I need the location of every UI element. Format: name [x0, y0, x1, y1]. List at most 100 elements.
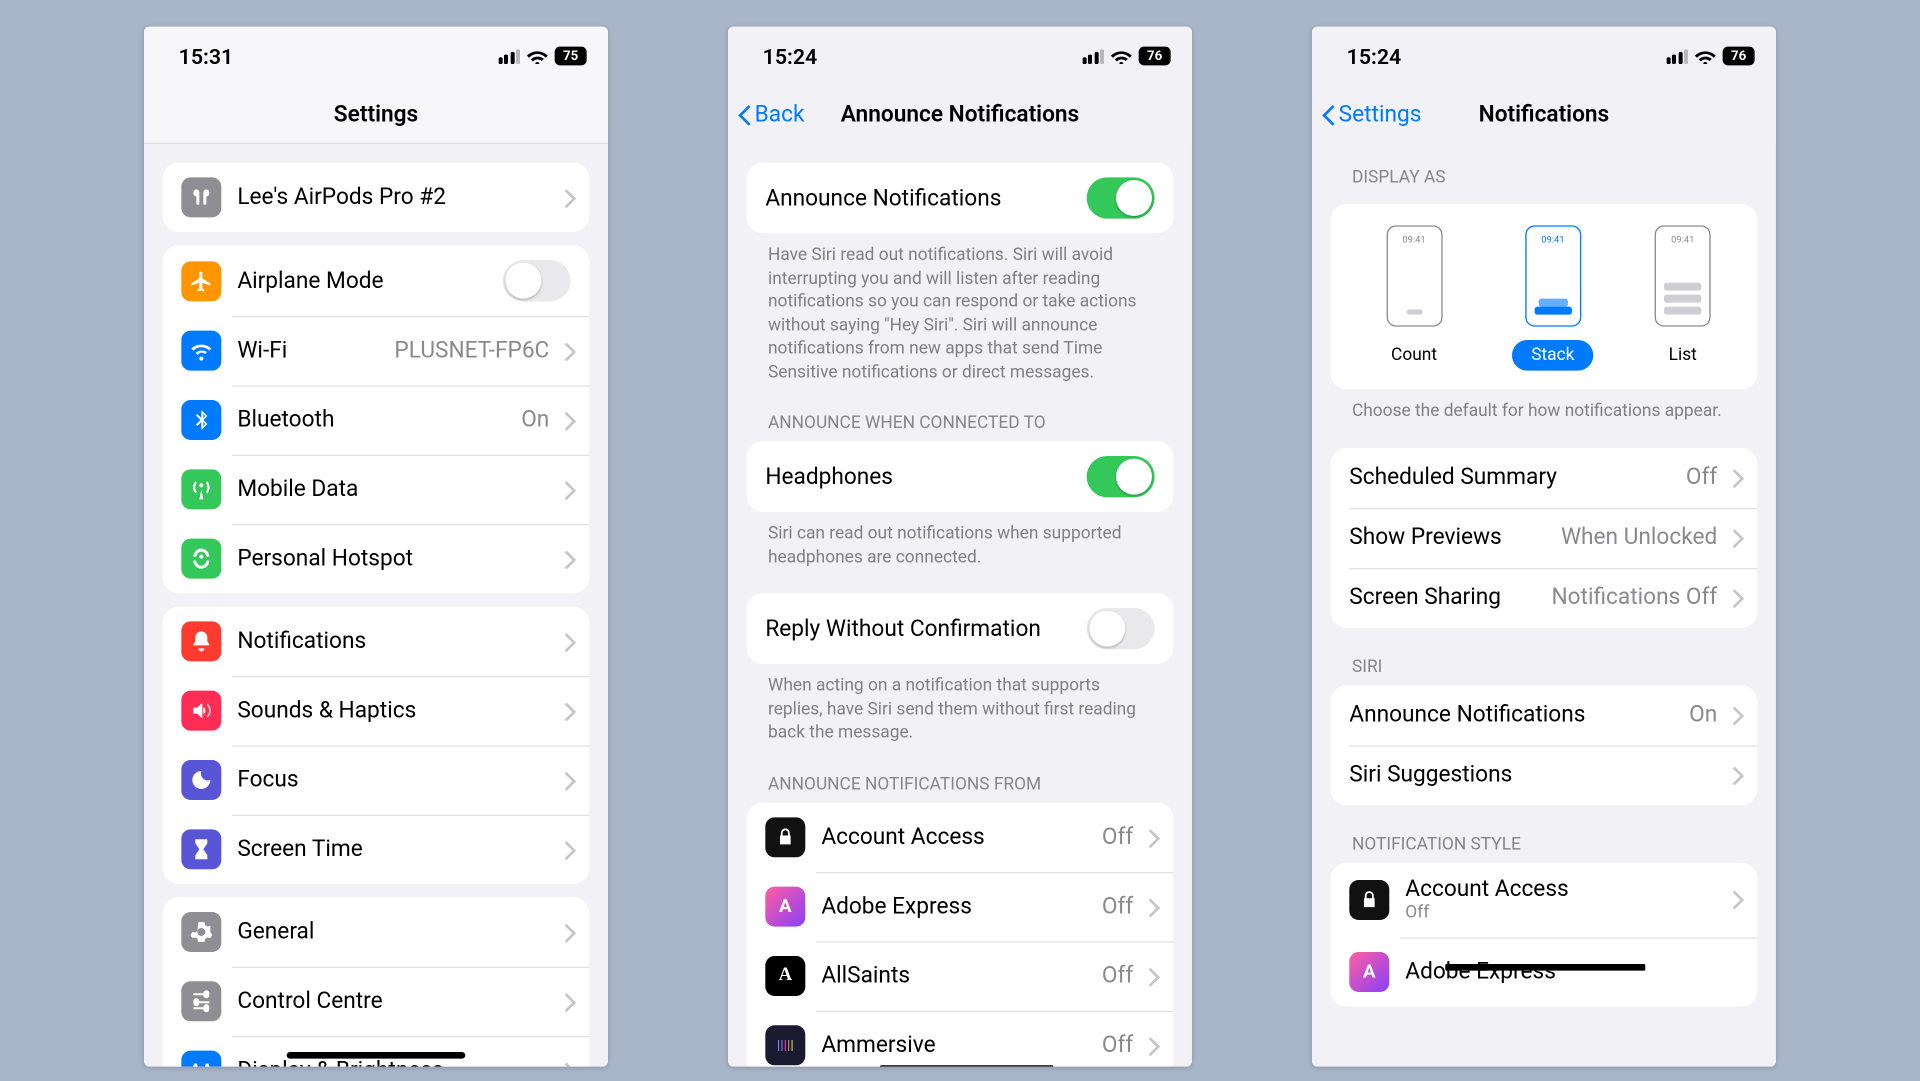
navbar: Settings: [144, 85, 608, 144]
app-icon: A: [765, 956, 805, 996]
back-label: Back: [755, 101, 805, 128]
scheduled-summary-row[interactable]: Scheduled Summary Off: [1331, 447, 1758, 507]
chevron-right-icon: [1728, 891, 1739, 908]
cellular-icon: [1666, 49, 1688, 64]
control-centre-label: Control Centre: [237, 988, 382, 1015]
style-header: NOTIFICATION STYLE: [1312, 805, 1776, 862]
sliders-icon: [181, 981, 221, 1021]
wifi-icon: [1695, 43, 1716, 68]
back-button[interactable]: Back: [728, 101, 804, 128]
chevron-right-icon: [560, 771, 571, 788]
chevron-right-icon: [560, 342, 571, 359]
chevron-right-icon: [1728, 529, 1739, 546]
chevron-right-icon: [560, 189, 571, 206]
redaction-bar: [1445, 964, 1645, 971]
general-label: General: [237, 919, 314, 946]
list-label: List: [1650, 340, 1715, 371]
notifications-label: Notifications: [237, 628, 366, 655]
reply-row[interactable]: Reply Without Confirmation: [747, 594, 1174, 665]
screentime-label: Screen Time: [237, 836, 362, 863]
app-style-row[interactable]: Account Access Off: [1331, 862, 1758, 937]
chevron-right-icon: [560, 411, 571, 428]
row-label: Announce Notifications: [1349, 701, 1585, 728]
antenna-icon: [181, 469, 221, 509]
wifi-label: Wi-Fi: [237, 337, 287, 364]
announce-description: Have Siri read out notifications. Siri w…: [728, 233, 1192, 384]
row-value: On: [1689, 701, 1717, 728]
general-row[interactable]: General: [163, 897, 590, 966]
app-row[interactable]: A AllSaints Off: [747, 941, 1174, 1010]
app-row[interactable]: ||||| Ammersive Off: [747, 1011, 1174, 1067]
app-row[interactable]: Account Access Off: [747, 803, 1174, 872]
chevron-right-icon: [560, 702, 571, 719]
show-previews-row[interactable]: Show Previews When Unlocked: [1331, 507, 1758, 567]
redaction-bar: [880, 1065, 1053, 1066]
bluetooth-label: Bluetooth: [237, 407, 334, 434]
app-icon: A: [765, 887, 805, 927]
siri-header: SIRI: [1312, 627, 1776, 684]
app-icon: A: [1349, 952, 1389, 992]
headphones-toggle[interactable]: [1087, 456, 1155, 497]
cellular-icon: [1082, 49, 1104, 64]
siri-suggestions-row[interactable]: Siri Suggestions: [1331, 745, 1758, 805]
chevron-right-icon: [560, 481, 571, 498]
chevron-right-icon: [1728, 766, 1739, 783]
row-label: Siri Suggestions: [1349, 761, 1512, 788]
chevron-right-icon: [1728, 469, 1739, 486]
hotspot-row[interactable]: Personal Hotspot: [163, 524, 590, 593]
display-brightness-label: Display & Brightness: [237, 1057, 443, 1066]
status-bar: 15:31 75: [144, 27, 608, 86]
status-bar: 15:24 76: [728, 27, 1192, 86]
sounds-label: Sounds & Haptics: [237, 697, 416, 724]
moon-icon: [181, 760, 221, 800]
chevron-right-icon: [560, 1062, 571, 1067]
screen-sharing-row[interactable]: Screen Sharing Notifications Off: [1331, 567, 1758, 627]
wifi-icon: [1111, 43, 1132, 68]
chevron-right-icon: [1728, 589, 1739, 606]
reply-description: When acting on a notification that suppo…: [728, 664, 1192, 745]
cellular-icon: [498, 49, 520, 64]
app-row[interactable]: A Adobe Express Off: [747, 872, 1174, 941]
status-time: 15:24: [763, 43, 818, 68]
announce-toggle[interactable]: [1087, 177, 1155, 218]
back-button[interactable]: Settings: [1312, 101, 1421, 128]
screentime-row[interactable]: Screen Time: [163, 815, 590, 884]
announce-notifications-row[interactable]: Announce Notifications On: [1331, 685, 1758, 745]
chevron-right-icon: [1144, 1037, 1155, 1054]
reply-label: Reply Without Confirmation: [765, 616, 1041, 643]
reply-toggle[interactable]: [1087, 608, 1155, 649]
chevron-right-icon: [1144, 898, 1155, 915]
speaker-icon: [181, 691, 221, 731]
battery-icon: 75: [555, 47, 587, 66]
sounds-row[interactable]: Sounds & Haptics: [163, 676, 590, 745]
control-centre-row[interactable]: Control Centre: [163, 967, 590, 1036]
focus-row[interactable]: Focus: [163, 745, 590, 814]
app-value: Off: [1102, 824, 1133, 851]
phone-notifications: 15:24 76 Settings Notifications DISPLAY …: [1312, 27, 1776, 1067]
display-option-list[interactable]: 09:41 List: [1650, 225, 1715, 370]
announce-toggle-row[interactable]: Announce Notifications: [747, 163, 1174, 234]
app-value: Off: [1102, 1032, 1133, 1059]
back-label: Settings: [1339, 101, 1422, 128]
notifications-row[interactable]: Notifications: [163, 607, 590, 676]
app-name: Ammersive: [821, 1032, 935, 1059]
phone-settings: 15:31 75 Settings Lee's AirPods Pro #2 A…: [144, 27, 608, 1067]
display-option-stack[interactable]: 09:41 Stack: [1513, 225, 1594, 370]
app-style-row[interactable]: A Adobe Express: [1331, 937, 1758, 1006]
headphones-row[interactable]: Headphones: [747, 442, 1174, 513]
chevron-right-icon: [560, 550, 571, 567]
wifi-row[interactable]: Wi-Fi PLUSNET-FP6C: [163, 316, 590, 385]
display-option-count[interactable]: 09:41 Count: [1372, 225, 1455, 370]
airplane-mode-row[interactable]: Airplane Mode: [163, 245, 590, 316]
count-label: Count: [1372, 340, 1455, 371]
bluetooth-row[interactable]: Bluetooth On: [163, 385, 590, 454]
airpods-row[interactable]: Lee's AirPods Pro #2: [163, 163, 590, 232]
hotspot-label: Personal Hotspot: [237, 545, 413, 572]
mobile-data-row[interactable]: Mobile Data: [163, 455, 590, 524]
wifi-icon: [527, 43, 548, 68]
hotspot-icon: [181, 539, 221, 579]
wifi-value: PLUSNET-FP6C: [394, 337, 549, 364]
status-time: 15:31: [179, 43, 234, 68]
airplane-toggle[interactable]: [503, 260, 571, 301]
bell-icon: [181, 621, 221, 661]
